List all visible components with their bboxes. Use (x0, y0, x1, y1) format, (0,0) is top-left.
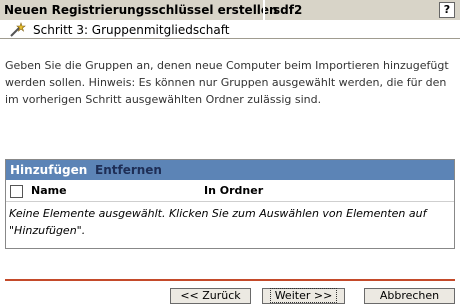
back-button[interactable]: << Zurück (170, 288, 251, 304)
cancel-button[interactable]: Abbrechen (364, 288, 455, 304)
help-button[interactable]: ? (439, 2, 455, 18)
dialog-title: Neuen Registrierungsschlüssel erstellen (4, 3, 278, 17)
add-link[interactable]: Hinzufügen (10, 162, 87, 178)
column-header-name[interactable]: Name (31, 184, 67, 198)
table-header: Name In Ordner (6, 180, 454, 202)
key-name-value: sdf2 (273, 3, 303, 17)
empty-list-message: Keine Elemente ausgewählt. Klicken Sie z… (9, 207, 427, 237)
title-bar: Neuen Registrierungsschlüssel erstellen … (0, 0, 460, 20)
column-header-in-folder[interactable]: In Ordner (204, 184, 263, 198)
footer-divider (5, 279, 455, 281)
next-button[interactable]: Weiter >> (262, 288, 345, 304)
select-all-checkbox[interactable] (10, 185, 23, 198)
wizard-wand-icon (8, 21, 26, 39)
groups-panel: Hinzufügen Entfernen Name In Ordner Kein… (5, 159, 455, 249)
remove-link[interactable]: Entfernen (95, 162, 162, 178)
step-header: Schritt 3: Gruppenmitgliedschaft (0, 20, 460, 39)
panel-toolbar: Hinzufügen Entfernen (6, 160, 454, 180)
title-separator (263, 0, 265, 20)
instructions-text: Geben Sie die Gruppen an, denen neue Com… (5, 59, 449, 106)
step-title: Schritt 3: Gruppenmitgliedschaft (33, 23, 230, 37)
next-button-label: Weiter >> (269, 288, 338, 303)
